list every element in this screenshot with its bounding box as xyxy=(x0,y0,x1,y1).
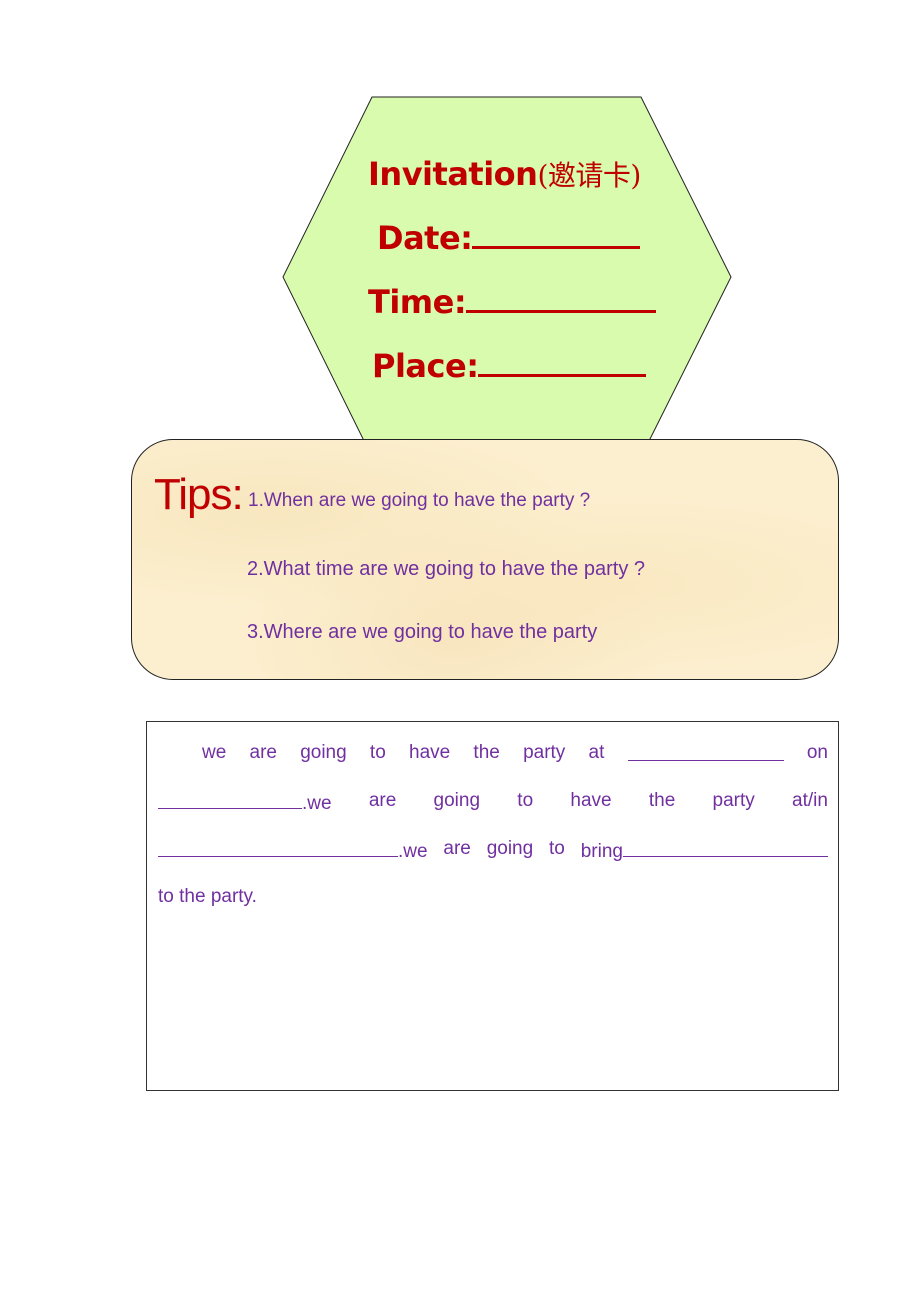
passage-box: we are going to have the party at on .we… xyxy=(146,721,839,1091)
hexagon-shape xyxy=(282,96,732,458)
word: bring xyxy=(580,841,623,862)
date-field: Date: xyxy=(377,219,641,257)
invitation-title-cn: (邀请卡) xyxy=(537,159,641,192)
word: have xyxy=(570,790,612,811)
place-label: Place: xyxy=(372,347,479,385)
word: are xyxy=(368,790,397,811)
blank-place[interactable] xyxy=(158,838,398,857)
word: to xyxy=(549,838,565,859)
tips-box: Tips: 1.When are we going to have the pa… xyxy=(131,439,839,680)
word: .we xyxy=(302,793,332,814)
word: are xyxy=(249,742,277,763)
word: going xyxy=(433,790,481,811)
tips-label: Tips: xyxy=(154,470,244,519)
time-label: Time: xyxy=(368,283,467,321)
word: going xyxy=(486,838,534,859)
blank-time[interactable] xyxy=(627,742,784,761)
word: to xyxy=(369,742,386,763)
word: we xyxy=(202,742,227,763)
word: have xyxy=(409,742,451,763)
tip-item: 3.Where are we going to have the party xyxy=(247,621,598,643)
word: the xyxy=(648,790,676,811)
word: party xyxy=(523,742,566,763)
word: to xyxy=(517,790,534,811)
word: going xyxy=(300,742,347,763)
blank-date[interactable] xyxy=(158,790,302,809)
invitation-title-en: Invitation xyxy=(368,155,538,193)
passage-line-1: we are going to have the party at on xyxy=(158,742,828,764)
invitation-card: Invitation(邀请卡) Date: Time: Place: xyxy=(282,96,732,458)
word: are xyxy=(443,838,471,859)
word: at xyxy=(588,742,605,763)
blank-bring[interactable] xyxy=(622,838,828,857)
date-blank[interactable] xyxy=(472,222,641,249)
invitation-title: Invitation(邀请卡) xyxy=(368,154,641,194)
word: .we xyxy=(398,841,428,862)
word: on xyxy=(806,742,828,763)
word: the xyxy=(473,742,500,763)
tip-item: 2.What time are we going to have the par… xyxy=(247,558,645,580)
passage-line-4: to the party. xyxy=(158,886,257,907)
place-blank[interactable] xyxy=(478,350,647,377)
passage-line-2: .we are going to have the party at/in xyxy=(158,790,828,815)
date-label: Date: xyxy=(377,219,473,257)
place-field: Place: xyxy=(372,347,647,385)
time-blank[interactable] xyxy=(466,286,657,313)
word: at/in xyxy=(792,790,828,811)
tip-item: 1.When are we going to have the party ? xyxy=(248,490,591,511)
word: party xyxy=(712,790,755,811)
time-field: Time: xyxy=(368,283,657,321)
passage-line-3: .we are going to bring xyxy=(158,838,828,863)
